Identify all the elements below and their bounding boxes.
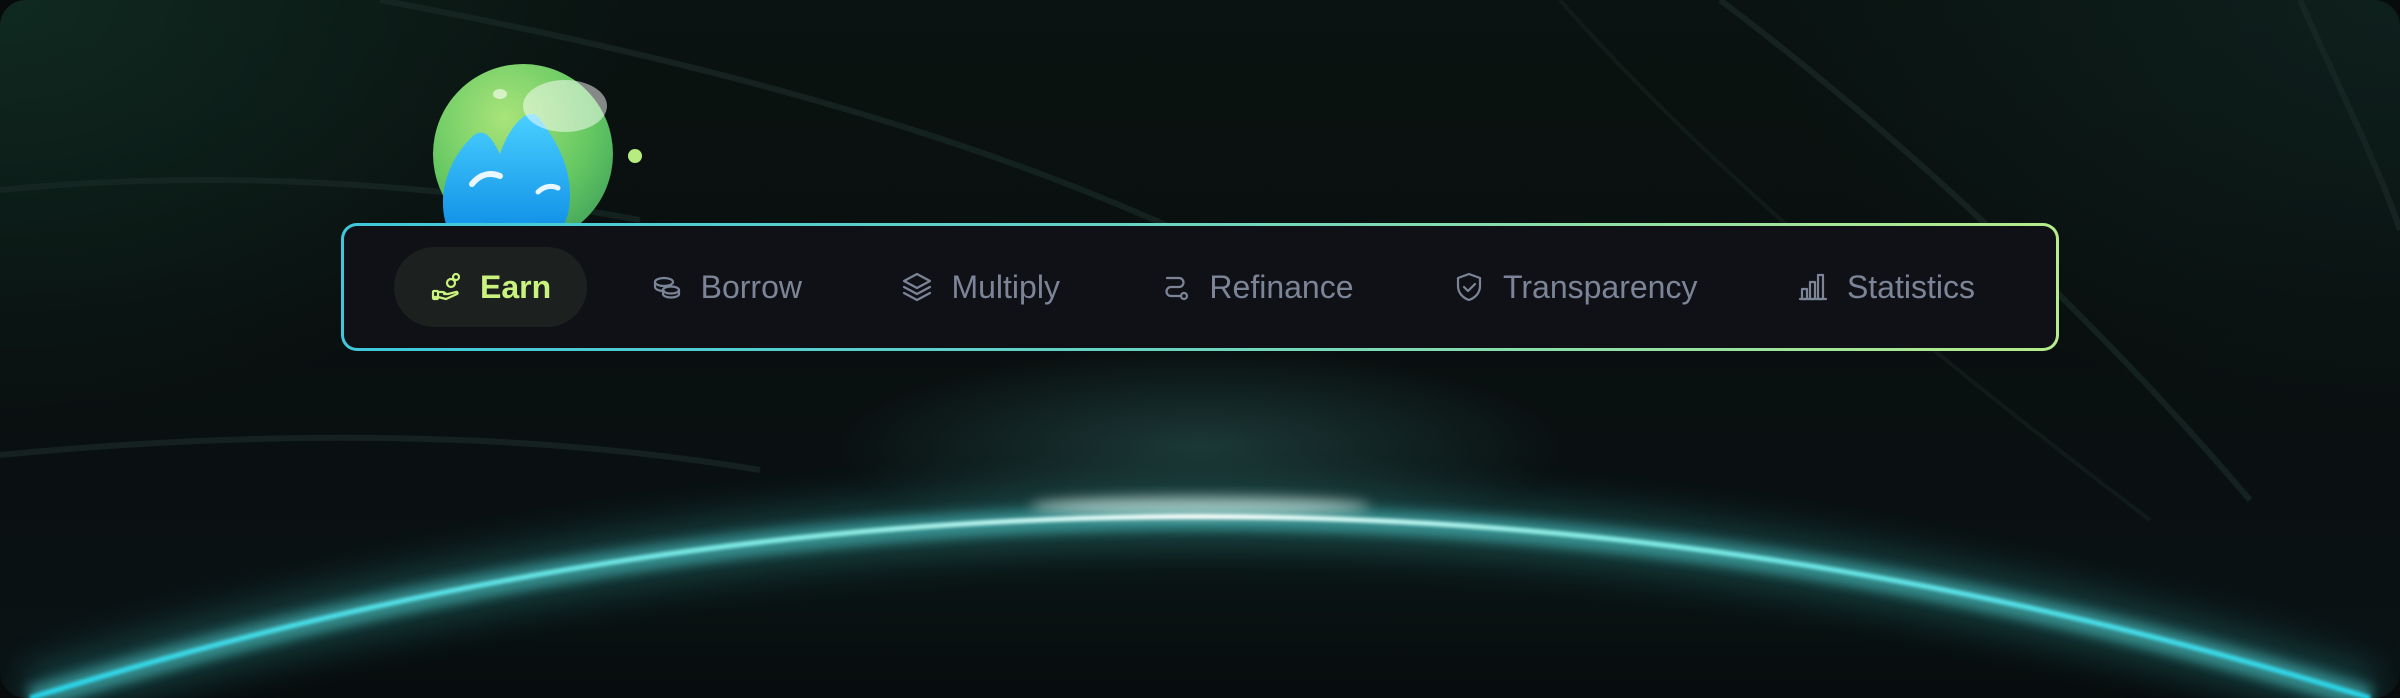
nav-item-label: Statistics bbox=[1846, 268, 1975, 305]
main-navigation-bar: Earn Borrow Multiply Refinance Transpare… bbox=[341, 223, 2059, 351]
layers-icon bbox=[901, 271, 933, 303]
nav-item-refinance[interactable]: Refinance bbox=[1123, 247, 1389, 327]
nav-item-borrow[interactable]: Borrow bbox=[615, 247, 838, 327]
nav-item-label: Refinance bbox=[1209, 268, 1354, 305]
hand-coins-icon bbox=[430, 271, 462, 303]
nav-item-label: Transparency bbox=[1503, 268, 1698, 305]
coins-stack-icon bbox=[651, 271, 683, 303]
nav-item-label: Earn bbox=[480, 268, 552, 305]
nav-item-earn[interactable]: Earn bbox=[394, 247, 588, 327]
nav-item-label: Borrow bbox=[700, 268, 802, 305]
nav-item-label: Multiply bbox=[951, 268, 1060, 305]
route-icon bbox=[1159, 271, 1191, 303]
water-drop-mascot-icon bbox=[433, 64, 642, 244]
nav-item-statistics[interactable]: Statistics bbox=[1761, 247, 2011, 327]
nav-item-transparency[interactable]: Transparency bbox=[1417, 247, 1733, 327]
nav-item-multiply[interactable]: Multiply bbox=[865, 247, 1095, 327]
bar-chart-icon bbox=[1797, 271, 1829, 303]
shield-check-icon bbox=[1453, 271, 1485, 303]
banner: Earn Borrow Multiply Refinance Transpare… bbox=[0, 0, 2400, 698]
